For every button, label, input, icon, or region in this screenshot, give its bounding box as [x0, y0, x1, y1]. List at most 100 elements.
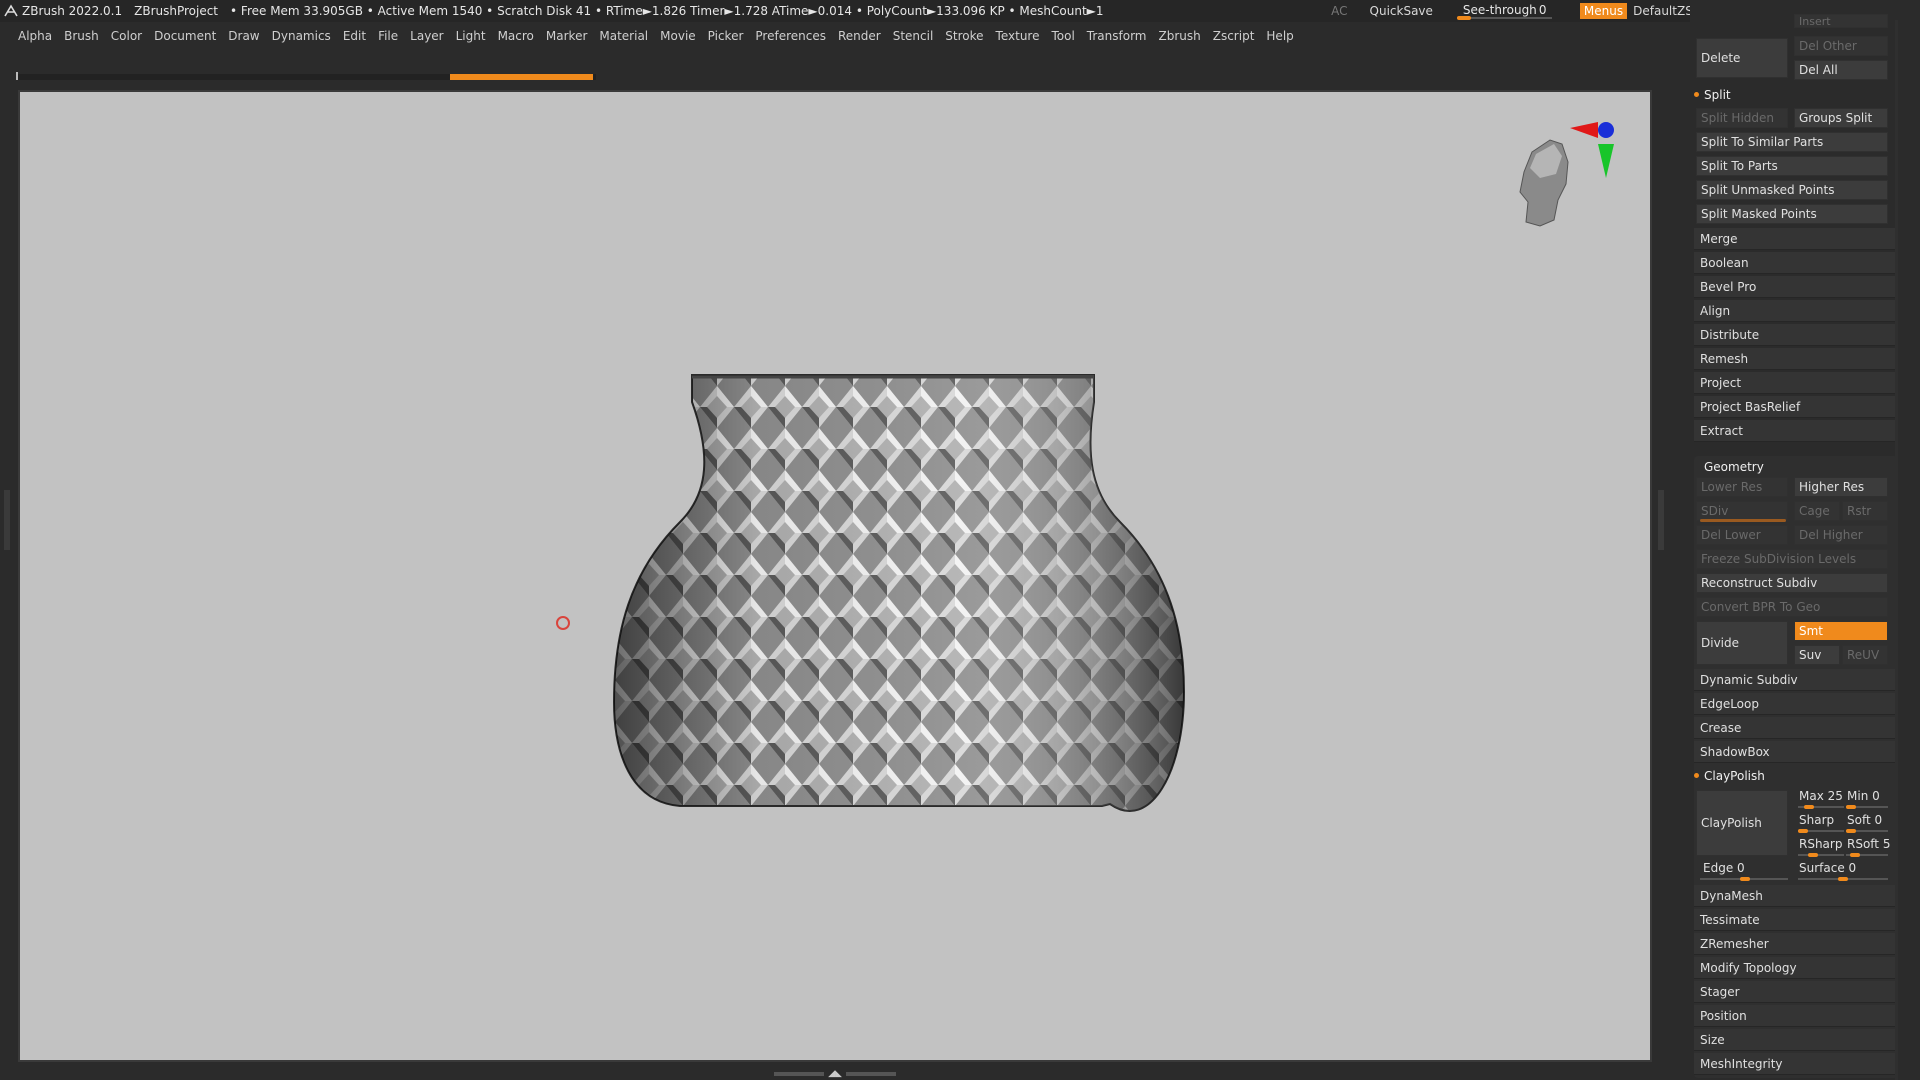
- suv-toggle[interactable]: Suv: [1794, 645, 1840, 665]
- surface-slider[interactable]: Surface 0: [1799, 861, 1856, 875]
- claypolish-button[interactable]: ClayPolish: [1696, 790, 1788, 856]
- split-hidden-button[interactable]: Split Hidden: [1696, 108, 1788, 128]
- zremesher-button[interactable]: ZRemesher: [1694, 933, 1898, 955]
- tab-strip[interactable]: [16, 72, 596, 80]
- menu-marker[interactable]: Marker: [546, 29, 587, 43]
- tessimate-button[interactable]: Tessimate: [1694, 909, 1898, 931]
- menu-help[interactable]: Help: [1266, 29, 1293, 43]
- size-button[interactable]: Size: [1694, 1029, 1898, 1051]
- menu-brush[interactable]: Brush: [64, 29, 99, 43]
- document-canvas[interactable]: [18, 90, 1652, 1062]
- stager-button[interactable]: Stager: [1694, 981, 1898, 1003]
- menu-dynamics[interactable]: Dynamics: [272, 29, 331, 43]
- menu-picker[interactable]: Picker: [708, 29, 744, 43]
- menu-file[interactable]: File: [378, 29, 398, 43]
- shadowbox-button[interactable]: ShadowBox: [1694, 741, 1898, 763]
- divide-button[interactable]: Divide: [1696, 621, 1788, 665]
- app-title: ZBrush 2022.0.1: [22, 4, 123, 18]
- reuv-toggle[interactable]: ReUV: [1842, 645, 1888, 665]
- split-section-header[interactable]: Split: [1694, 84, 1898, 106]
- rsharp-slider[interactable]: RSharp: [1799, 837, 1842, 851]
- menu-document[interactable]: Document: [154, 29, 216, 43]
- edgeloop-button[interactable]: EdgeLoop: [1694, 693, 1898, 715]
- cage-button[interactable]: Cage: [1794, 501, 1840, 521]
- brush-cursor-icon: [556, 616, 570, 630]
- active-tab-indicator: [450, 74, 593, 80]
- insert-button[interactable]: Insert: [1794, 14, 1888, 28]
- menu-alpha[interactable]: Alpha: [18, 29, 52, 43]
- max-slider[interactable]: Max 25: [1799, 789, 1843, 803]
- menu-zbrush[interactable]: Zbrush: [1159, 29, 1201, 43]
- project-basrelief-button[interactable]: Project BasRelief: [1694, 396, 1898, 418]
- project-name: ZBrushProject: [134, 4, 219, 18]
- see-through-slider[interactable]: See-through 0: [1456, 2, 1552, 20]
- position-button[interactable]: Position: [1694, 1005, 1898, 1027]
- split-unmasked-points-button[interactable]: Split Unmasked Points: [1696, 180, 1888, 200]
- sharp-slider[interactable]: Sharp: [1799, 813, 1834, 827]
- zbrush-logo-icon: [0, 0, 22, 22]
- split-to-similar-parts-button[interactable]: Split To Similar Parts: [1696, 132, 1888, 152]
- geometry-section-header[interactable]: Geometry: [1694, 456, 1898, 478]
- menu-transform[interactable]: Transform: [1087, 29, 1147, 43]
- modify-topology-button[interactable]: Modify Topology: [1694, 957, 1898, 979]
- bevel-pro-button[interactable]: Bevel Pro: [1694, 276, 1898, 298]
- bottom-tray-handle[interactable]: ◢◣: [770, 1069, 900, 1079]
- menu-movie[interactable]: Movie: [660, 29, 696, 43]
- rstr-button[interactable]: Rstr: [1842, 501, 1888, 521]
- menu-color[interactable]: Color: [111, 29, 142, 43]
- menu-stencil[interactable]: Stencil: [893, 29, 934, 43]
- crease-button[interactable]: Crease: [1694, 717, 1898, 739]
- groups-split-button[interactable]: Groups Split: [1794, 108, 1888, 128]
- freeze-subdivision-button[interactable]: Freeze SubDivision Levels: [1696, 549, 1888, 569]
- menu-material[interactable]: Material: [599, 29, 648, 43]
- split-masked-points-button[interactable]: Split Masked Points: [1696, 204, 1888, 224]
- smt-toggle[interactable]: Smt: [1794, 621, 1888, 641]
- menu-render[interactable]: Render: [838, 29, 881, 43]
- menu-texture[interactable]: Texture: [996, 29, 1040, 43]
- split-to-parts-button[interactable]: Split To Parts: [1696, 156, 1888, 176]
- menu-layer[interactable]: Layer: [410, 29, 443, 43]
- align-button[interactable]: Align: [1694, 300, 1898, 322]
- right-tray-handle[interactable]: [1658, 490, 1664, 550]
- del-all-button[interactable]: Del All: [1794, 60, 1888, 80]
- ac-toggle[interactable]: AC: [1331, 4, 1347, 18]
- claypolish-section-header[interactable]: ClayPolish: [1694, 765, 1898, 787]
- left-tray-handle[interactable]: [4, 490, 10, 550]
- menu-stroke[interactable]: Stroke: [945, 29, 983, 43]
- rsoft-slider[interactable]: RSoft 5: [1847, 837, 1890, 851]
- reconstruct-subdiv-button[interactable]: Reconstruct Subdiv: [1696, 573, 1888, 593]
- distribute-button[interactable]: Distribute: [1694, 324, 1898, 346]
- extract-button[interactable]: Extract: [1694, 420, 1898, 442]
- del-lower-button[interactable]: Del Lower: [1696, 525, 1788, 545]
- merge-button[interactable]: Merge: [1694, 228, 1898, 250]
- boolean-button[interactable]: Boolean: [1694, 252, 1898, 274]
- dynamesh-button[interactable]: DynaMesh: [1694, 885, 1898, 907]
- sdiv-slider[interactable]: SDiv: [1696, 501, 1788, 521]
- project-button[interactable]: Project: [1694, 372, 1898, 394]
- del-other-button[interactable]: Del Other: [1794, 36, 1888, 56]
- menus-toggle-button[interactable]: Menus: [1579, 3, 1628, 19]
- menu-edit[interactable]: Edit: [343, 29, 366, 43]
- dynamic-subdiv-button[interactable]: Dynamic Subdiv: [1694, 669, 1898, 691]
- menu-macro[interactable]: Macro: [498, 29, 534, 43]
- delete-button[interactable]: Delete: [1696, 38, 1788, 78]
- navigation-gizmo[interactable]: [1510, 122, 1620, 242]
- lower-res-button[interactable]: Lower Res: [1696, 477, 1788, 497]
- remesh-button[interactable]: Remesh: [1694, 348, 1898, 370]
- edge-slider[interactable]: Edge 0: [1703, 861, 1745, 875]
- higher-res-button[interactable]: Higher Res: [1794, 477, 1888, 497]
- vase-model[interactable]: [20, 92, 1654, 1064]
- min-slider[interactable]: Min 0: [1847, 789, 1880, 803]
- convert-bpr-button[interactable]: Convert BPR To Geo: [1696, 597, 1888, 617]
- soft-slider[interactable]: Soft 0: [1847, 813, 1882, 827]
- menu-light[interactable]: Light: [456, 29, 486, 43]
- menu-zscript[interactable]: Zscript: [1213, 29, 1255, 43]
- menu-tool[interactable]: Tool: [1051, 29, 1074, 43]
- quicksave-button[interactable]: QuickSave: [1370, 4, 1433, 18]
- palette-scrollbar[interactable]: [1895, 20, 1898, 1080]
- tool-palette: Insert Delete Del Other Del All Split Sp…: [1690, 0, 1920, 1080]
- menu-draw[interactable]: Draw: [228, 29, 259, 43]
- menu-preferences[interactable]: Preferences: [755, 29, 826, 43]
- del-higher-button[interactable]: Del Higher: [1794, 525, 1888, 545]
- meshintegrity-button[interactable]: MeshIntegrity: [1694, 1053, 1898, 1075]
